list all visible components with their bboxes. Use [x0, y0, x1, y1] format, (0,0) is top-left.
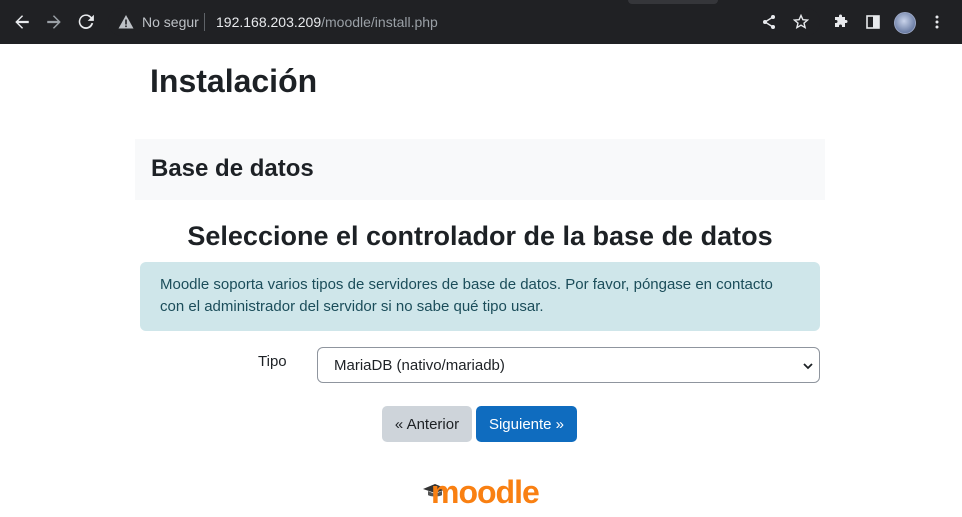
star-icon[interactable]: [791, 12, 811, 32]
step-heading: Seleccione el controlador de la base de …: [187, 221, 773, 251]
type-label: Tipo: [258, 353, 287, 370]
page-content: Instalación Base de datos Seleccione el …: [0, 44, 962, 517]
warning-icon[interactable]: [118, 14, 134, 30]
info-alert: Moodle soporta varios tipos de servidore…: [140, 262, 820, 331]
select-value: MariaDB (nativo/mariadb): [334, 357, 505, 374]
menu-icon[interactable]: [927, 12, 947, 32]
reload-icon[interactable]: [74, 10, 98, 34]
url-text[interactable]: 192.168.203.209/moodle/install.php: [216, 14, 438, 30]
extensions-icon[interactable]: [831, 12, 851, 32]
profile-avatar[interactable]: [894, 12, 916, 34]
url-host: 192.168.203.209: [216, 14, 322, 30]
address-separator: [204, 13, 205, 31]
security-status[interactable]: No segur: [142, 14, 199, 30]
address-bar[interactable]: No segur 192.168.203.209/moodle/install.…: [108, 8, 820, 36]
back-arrow-icon[interactable]: [10, 10, 34, 34]
sidepanel-icon[interactable]: [863, 12, 883, 32]
previous-button[interactable]: « Anterior: [382, 406, 472, 442]
database-type-select[interactable]: MariaDB (nativo/mariadb): [317, 347, 820, 383]
browser-toolbar: No segur 192.168.203.209/moodle/install.…: [0, 0, 962, 44]
page-title: Instalación: [150, 63, 318, 99]
moodle-logo: moodle: [423, 474, 540, 516]
tab-strip-edge: [628, 0, 718, 4]
next-button[interactable]: Siguiente »: [476, 406, 577, 442]
forward-arrow-icon[interactable]: [42, 10, 66, 34]
section-title: Base de datos: [151, 155, 314, 182]
logo-text: moodle: [431, 474, 540, 510]
url-path: /moodle/install.php: [321, 14, 438, 30]
section-header: Base de datos: [135, 139, 825, 200]
share-icon[interactable]: [759, 12, 779, 32]
chevron-down-icon: [803, 363, 813, 370]
